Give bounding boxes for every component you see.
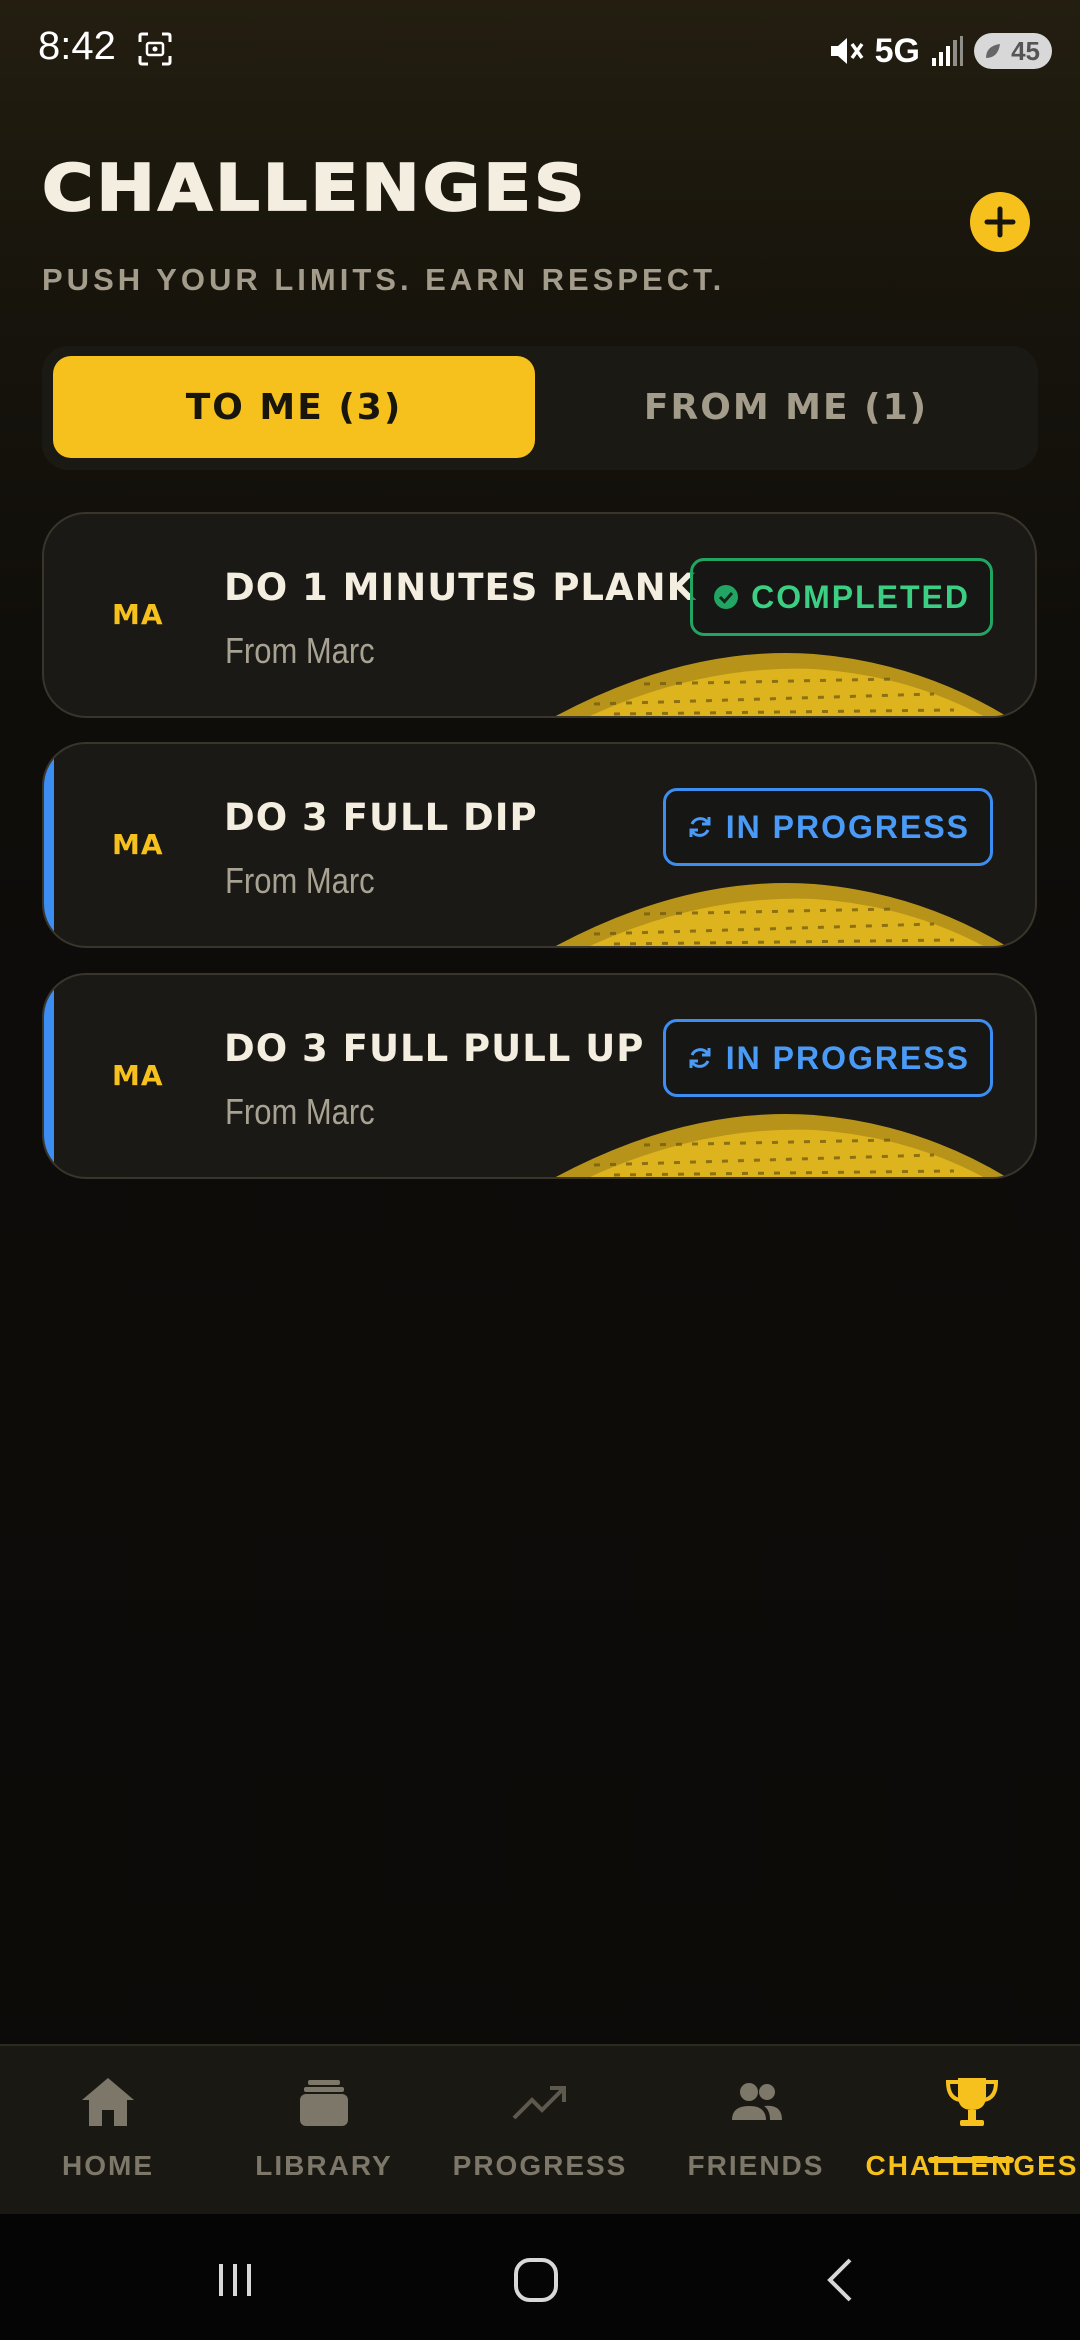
system-nav-bar bbox=[0, 2214, 1080, 2340]
tab-from-me[interactable]: FROM ME (1) bbox=[545, 356, 1027, 458]
challenge-title: DO 3 FULL DIP bbox=[224, 796, 538, 839]
challenge-from: From Marc bbox=[225, 860, 375, 901]
friends-icon bbox=[732, 2083, 782, 2120]
battery-level: 45 bbox=[1011, 35, 1040, 66]
trending-up-icon bbox=[512, 2086, 566, 2120]
nav-library[interactable]: LIBRARY bbox=[216, 2046, 432, 2216]
back-icon[interactable] bbox=[810, 2250, 870, 2310]
battery-saver-icon bbox=[986, 44, 1000, 58]
network-type: 5G bbox=[874, 31, 920, 70]
refresh-icon bbox=[689, 817, 711, 837]
avatar: MA bbox=[112, 1059, 164, 1092]
nav-home[interactable]: HOME bbox=[0, 2046, 216, 2216]
challenge-card[interactable]: MA DO 3 FULL DIP From Marc IN PROGRESS bbox=[42, 742, 1037, 948]
screenshot-icon bbox=[138, 32, 172, 66]
challenge-from: From Marc bbox=[225, 1091, 375, 1132]
status-badge: IN PROGRESS bbox=[662, 1019, 993, 1097]
brush-stroke-decoration bbox=[555, 883, 1007, 946]
challenge-card[interactable]: MA DO 3 FULL PULL UP From Marc IN PROGRE… bbox=[42, 973, 1037, 1179]
status-label: IN PROGRESS bbox=[725, 1039, 970, 1076]
status-badge: IN PROGRESS bbox=[662, 788, 993, 866]
check-circle-icon bbox=[714, 585, 739, 609]
tab-to-me[interactable]: TO ME (3) bbox=[53, 356, 535, 458]
recent-apps-icon[interactable] bbox=[205, 2250, 265, 2310]
bottom-nav: HOME LIBRARY PROGRESS FRIENDS CHALLENGES bbox=[0, 2044, 1080, 2216]
mute-icon bbox=[830, 38, 864, 64]
home-icon bbox=[82, 2078, 134, 2126]
library-icon bbox=[300, 2080, 348, 2126]
page-subtitle: PUSH YOUR LIMITS. EARN RESPECT. bbox=[42, 262, 726, 297]
signal-icon bbox=[932, 36, 963, 66]
nav-label: HOME bbox=[62, 2150, 154, 2181]
status-badge: COMPLETED bbox=[690, 558, 993, 636]
plus-icon bbox=[984, 206, 1016, 238]
brush-stroke-decoration bbox=[555, 1114, 1007, 1177]
status-bar: 8:42 5G 45 bbox=[0, 0, 1080, 100]
home-button-icon[interactable] bbox=[506, 2250, 566, 2310]
challenge-from: From Marc bbox=[225, 630, 375, 671]
challenge-title: DO 3 FULL PULL UP bbox=[224, 1027, 645, 1070]
status-label: COMPLETED bbox=[751, 578, 970, 615]
challenge-title: DO 1 MINUTES PLANK bbox=[224, 566, 697, 609]
nav-label: CHALLENGES bbox=[865, 2150, 1079, 2181]
active-nav-indicator bbox=[928, 2157, 1014, 2163]
add-challenge-button[interactable] bbox=[970, 192, 1030, 252]
nav-label: PROGRESS bbox=[452, 2150, 628, 2181]
nav-label: LIBRARY bbox=[255, 2150, 393, 2181]
challenge-card[interactable]: MA DO 1 MINUTES PLANK From Marc COMPLETE… bbox=[42, 512, 1037, 718]
avatar: MA bbox=[112, 598, 164, 631]
status-time: 8:42 bbox=[38, 24, 116, 68]
status-label: IN PROGRESS bbox=[725, 808, 970, 845]
battery-indicator: 45 bbox=[974, 33, 1052, 69]
nav-friends[interactable]: FRIENDS bbox=[648, 2046, 864, 2216]
trophy-icon bbox=[945, 2078, 999, 2126]
brush-stroke-decoration bbox=[555, 653, 1007, 716]
page-title: CHALLENGES bbox=[41, 149, 588, 226]
nav-challenges[interactable]: CHALLENGES bbox=[864, 2046, 1080, 2216]
nav-label: FRIENDS bbox=[687, 2150, 825, 2181]
nav-progress[interactable]: PROGRESS bbox=[432, 2046, 648, 2216]
refresh-icon bbox=[689, 1048, 711, 1068]
challenge-tabs: TO ME (3) FROM ME (1) bbox=[42, 346, 1038, 470]
avatar: MA bbox=[112, 828, 164, 861]
